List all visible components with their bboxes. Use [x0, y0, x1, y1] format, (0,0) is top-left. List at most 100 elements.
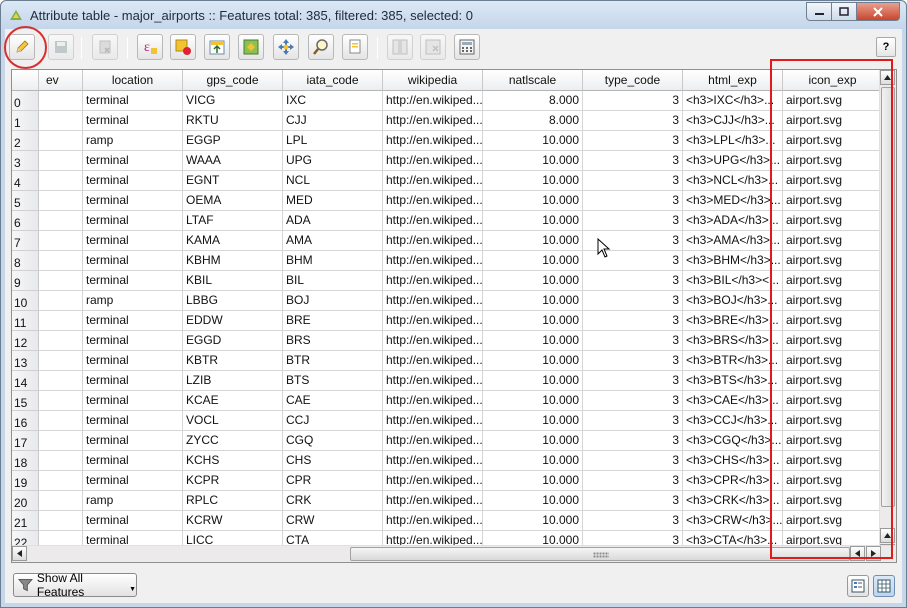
table-cell-natlscale[interactable]: 10.000	[483, 271, 583, 291]
row-header[interactable]: 0	[12, 91, 39, 111]
table-cell-location[interactable]: terminal	[83, 191, 183, 211]
minimize-button[interactable]	[806, 2, 832, 21]
table-cell-natlscale[interactable]: 10.000	[483, 131, 583, 151]
table-cell-gps-code[interactable]: LTAF	[183, 211, 283, 231]
table-cell-natlscale[interactable]: 8.000	[483, 91, 583, 111]
table-cell-gps-code[interactable]: VICG	[183, 91, 283, 111]
table-cell-natlscale[interactable]: 10.000	[483, 191, 583, 211]
table-cell-html-exp[interactable]: <h3>AMA</h3>...	[683, 231, 783, 251]
table-cell-type-code[interactable]: 3	[583, 331, 683, 351]
select-by-expression-button[interactable]: ε	[137, 34, 163, 60]
table-cell-natlscale[interactable]: 10.000	[483, 251, 583, 271]
table-cell-iata-code[interactable]: NCL	[283, 171, 383, 191]
table-cell-location[interactable]: ramp	[83, 131, 183, 151]
row-header[interactable]: 7	[12, 231, 39, 251]
table-cell-wikipedia[interactable]: http://en.wikiped...	[383, 351, 483, 371]
table-cell-iata-code[interactable]: CRK	[283, 491, 383, 511]
table-cell-ev[interactable]	[39, 411, 83, 431]
table-cell-natlscale[interactable]: 10.000	[483, 311, 583, 331]
table-cell-location[interactable]: ramp	[83, 491, 183, 511]
table-cell-ev[interactable]	[39, 491, 83, 511]
row-header[interactable]: 4	[12, 171, 39, 191]
row-header[interactable]: 20	[12, 491, 39, 511]
table-cell-iata-code[interactable]: LPL	[283, 131, 383, 151]
table-cell-ev[interactable]	[39, 111, 83, 131]
table-cell-wikipedia[interactable]: http://en.wikiped...	[383, 491, 483, 511]
table-cell-natlscale[interactable]: 10.000	[483, 391, 583, 411]
table-cell-gps-code[interactable]: RPLC	[183, 491, 283, 511]
table-cell-location[interactable]: terminal	[83, 91, 183, 111]
table-cell-location[interactable]: terminal	[83, 111, 183, 131]
deselect-all-button[interactable]	[170, 34, 196, 60]
row-header[interactable]: 8	[12, 251, 39, 271]
table-cell-html-exp[interactable]: <h3>CAE</h3>...	[683, 391, 783, 411]
table-cell-wikipedia[interactable]: http://en.wikiped...	[383, 191, 483, 211]
table-cell-ev[interactable]	[39, 331, 83, 351]
row-header[interactable]: 5	[12, 191, 39, 211]
table-cell-type-code[interactable]: 3	[583, 371, 683, 391]
table-cell-ev[interactable]	[39, 471, 83, 491]
table-cell-gps-code[interactable]: LBBG	[183, 291, 283, 311]
table-cell-html-exp[interactable]: <h3>MED</h3>...	[683, 191, 783, 211]
table-cell-html-exp[interactable]: <h3>IXC</h3>...	[683, 91, 783, 111]
column-header-type-code[interactable]: type_code	[583, 70, 683, 91]
pan-to-selected-button[interactable]	[273, 34, 299, 60]
maximize-button[interactable]	[832, 2, 857, 21]
table-cell-ev[interactable]	[39, 371, 83, 391]
table-cell-iata-code[interactable]: ADA	[283, 211, 383, 231]
table-cell-ev[interactable]	[39, 451, 83, 471]
table-cell-location[interactable]: terminal	[83, 251, 183, 271]
table-cell-ev[interactable]	[39, 191, 83, 211]
column-header-location[interactable]: location	[83, 70, 183, 91]
table-cell-iata-code[interactable]: IXC	[283, 91, 383, 111]
table-cell-natlscale[interactable]: 10.000	[483, 511, 583, 531]
table-cell-wikipedia[interactable]: http://en.wikiped...	[383, 471, 483, 491]
table-cell-ev[interactable]	[39, 311, 83, 331]
table-cell-location[interactable]: terminal	[83, 331, 183, 351]
new-column-button[interactable]	[387, 34, 413, 60]
table-cell-type-code[interactable]: 3	[583, 291, 683, 311]
table-cell-wikipedia[interactable]: http://en.wikiped...	[383, 231, 483, 251]
row-header[interactable]: 21	[12, 511, 39, 531]
table-cell-html-exp[interactable]: <h3>BTR</h3>...	[683, 351, 783, 371]
table-cell-wikipedia[interactable]: http://en.wikiped...	[383, 451, 483, 471]
table-cell-gps-code[interactable]: KBTR	[183, 351, 283, 371]
table-cell-gps-code[interactable]: VOCL	[183, 411, 283, 431]
delete-selected-button[interactable]	[92, 34, 118, 60]
table-cell-html-exp[interactable]: <h3>BIL</h3><...	[683, 271, 783, 291]
field-calculator-button[interactable]	[454, 34, 480, 60]
table-cell-wikipedia[interactable]: http://en.wikiped...	[383, 431, 483, 451]
table-cell-wikipedia[interactable]: http://en.wikiped...	[383, 251, 483, 271]
table-cell-ev[interactable]	[39, 351, 83, 371]
save-edits-button[interactable]	[48, 34, 74, 60]
table-cell-gps-code[interactable]: KBHM	[183, 251, 283, 271]
table-cell-location[interactable]: terminal	[83, 451, 183, 471]
table-cell-location[interactable]: terminal	[83, 231, 183, 251]
help-button[interactable]: ?	[876, 37, 896, 57]
table-cell-iata-code[interactable]: CAE	[283, 391, 383, 411]
row-header[interactable]: 12	[12, 331, 39, 351]
show-all-features-button[interactable]: Show All Features ▼	[13, 571, 137, 599]
table-cell-iata-code[interactable]: BRS	[283, 331, 383, 351]
table-cell-ev[interactable]	[39, 171, 83, 191]
row-header[interactable]: 14	[12, 371, 39, 391]
table-cell-iata-code[interactable]: UPG	[283, 151, 383, 171]
table-cell-natlscale[interactable]: 10.000	[483, 431, 583, 451]
row-header[interactable]: 19	[12, 471, 39, 491]
table-cell-html-exp[interactable]: <h3>BRE</h3>...	[683, 311, 783, 331]
table-cell-wikipedia[interactable]: http://en.wikiped...	[383, 211, 483, 231]
table-cell-type-code[interactable]: 3	[583, 191, 683, 211]
table-cell-html-exp[interactable]: <h3>CHS</h3>...	[683, 451, 783, 471]
table-cell-type-code[interactable]: 3	[583, 411, 683, 431]
table-cell-gps-code[interactable]: OEMA	[183, 191, 283, 211]
table-cell-location[interactable]: terminal	[83, 471, 183, 491]
column-header-html-exp[interactable]: html_exp	[683, 70, 783, 91]
table-cell-html-exp[interactable]: <h3>BRS</h3>...	[683, 331, 783, 351]
table-cell-natlscale[interactable]: 10.000	[483, 171, 583, 191]
table-view-button[interactable]	[873, 575, 895, 597]
row-header[interactable]: 2	[12, 131, 39, 151]
table-cell-type-code[interactable]: 3	[583, 111, 683, 131]
table-cell-wikipedia[interactable]: http://en.wikiped...	[383, 291, 483, 311]
table-cell-type-code[interactable]: 3	[583, 511, 683, 531]
table-cell-type-code[interactable]: 3	[583, 431, 683, 451]
